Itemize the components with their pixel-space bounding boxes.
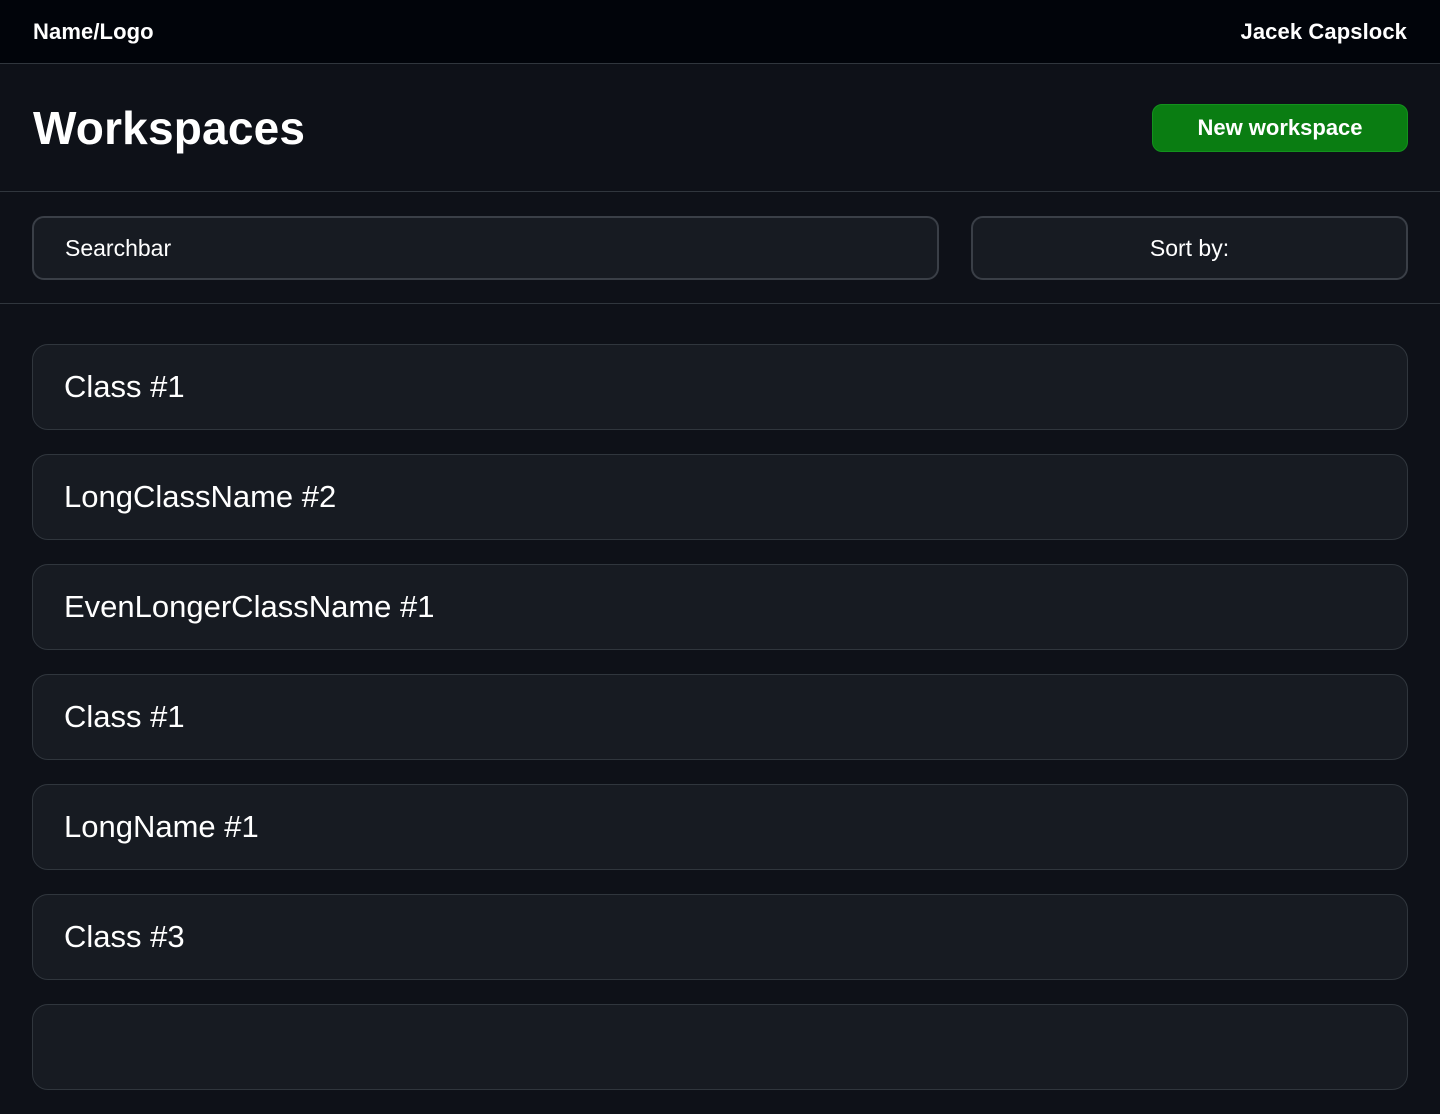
top-navigation-bar: Name/Logo Jacek Capslock (0, 0, 1440, 64)
workspace-card[interactable]: LongClassName #2 (32, 454, 1408, 540)
page-header: Workspaces New workspace (0, 64, 1440, 192)
sort-dropdown[interactable]: Sort by: (971, 216, 1408, 280)
workspace-card[interactable]: LongName #1 (32, 784, 1408, 870)
workspace-card[interactable]: Class #1 (32, 344, 1408, 430)
new-workspace-button[interactable]: New workspace (1152, 103, 1408, 152)
user-name[interactable]: Jacek Capslock (1240, 19, 1407, 45)
workspace-card[interactable]: EvenLongerClassName #1 (32, 564, 1408, 650)
workspace-card[interactable]: Class #1 (32, 674, 1408, 760)
brand-logo[interactable]: Name/Logo (33, 19, 154, 45)
filter-bar: Searchbar Sort by: (0, 192, 1440, 304)
page-title: Workspaces (33, 101, 306, 154)
workspace-card[interactable] (32, 1004, 1408, 1090)
search-input[interactable]: Searchbar (32, 216, 939, 280)
workspace-list: Class #1 LongClassName #2 EvenLongerClas… (32, 344, 1408, 1114)
workspace-card[interactable]: Class #3 (32, 894, 1408, 980)
